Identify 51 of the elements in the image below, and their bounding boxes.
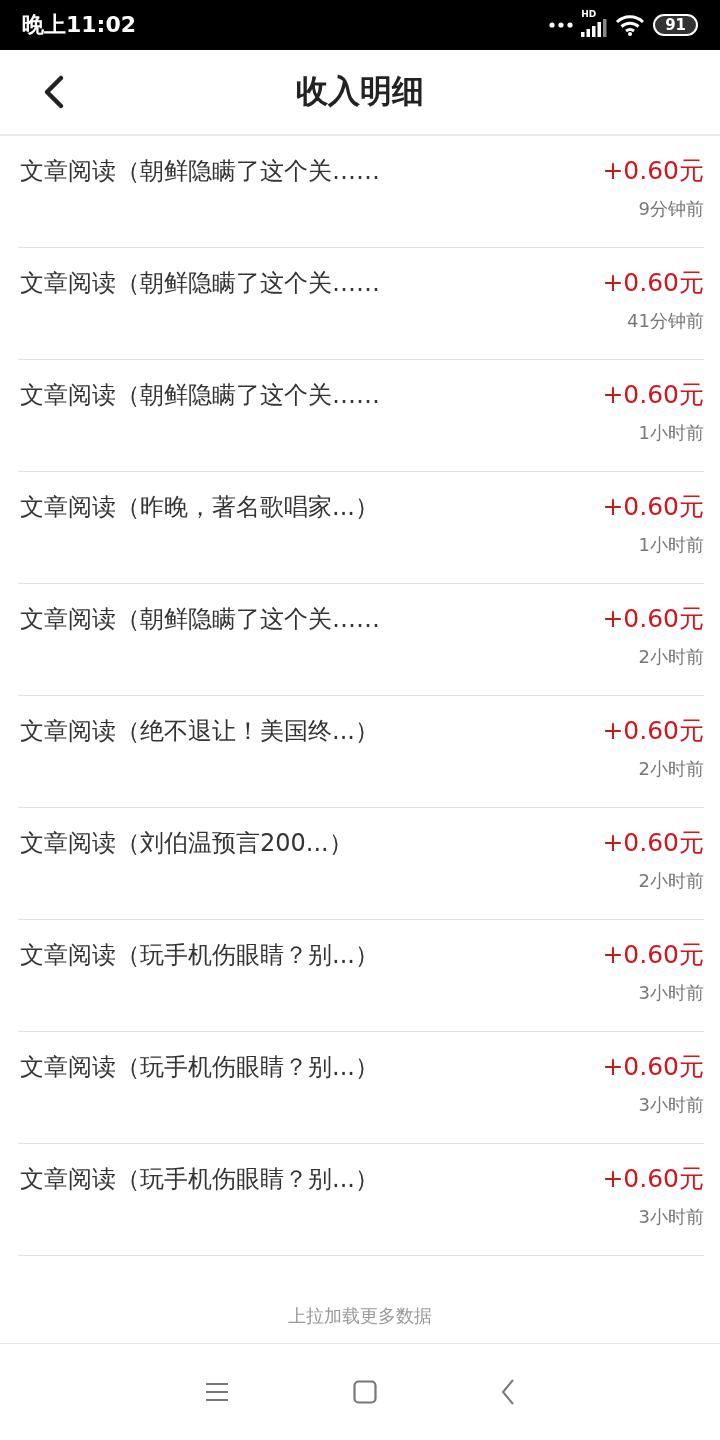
record-amount: +0.60元	[602, 155, 704, 187]
record-title: 文章阅读（朝鲜隐瞒了这个关……	[19, 603, 380, 635]
record-title: 文章阅读（玩手机伤眼睛？别...）	[19, 1051, 379, 1083]
record-time: 1小时前	[638, 533, 704, 557]
record-title: 文章阅读（朝鲜隐瞒了这个关……	[19, 379, 380, 411]
record-title: 文章阅读（朝鲜隐瞒了这个关……	[19, 155, 380, 187]
record-amount: +0.60元	[602, 1163, 704, 1195]
record-title: 文章阅读（朝鲜隐瞒了这个关……	[19, 267, 380, 299]
record-time: 9分钟前	[638, 197, 704, 221]
income-record[interactable]: 文章阅读（绝不退让！美国终...） +0.60元 2小时前	[18, 696, 704, 808]
income-record[interactable]: 文章阅读（玩手机伤眼睛？别...） +0.60元 3小时前	[18, 1032, 704, 1144]
record-amount: +0.60元	[602, 715, 704, 747]
income-record[interactable]: 文章阅读（刘伯温预言200...） +0.60元 2小时前	[18, 808, 704, 920]
income-record[interactable]: 文章阅读（朝鲜隐瞒了这个关…… +0.60元 41分钟前	[18, 248, 704, 360]
record-amount: +0.60元	[602, 379, 704, 411]
wifi-icon	[615, 14, 646, 36]
record-amount: +0.60元	[602, 603, 704, 635]
home-icon[interactable]	[353, 1380, 377, 1404]
income-record[interactable]: 文章阅读（朝鲜隐瞒了这个关…… +0.60元 9分钟前	[18, 136, 704, 248]
status-time: 晚上11:02	[22, 11, 137, 39]
record-time: 2小时前	[638, 645, 704, 669]
record-amount: +0.60元	[602, 491, 704, 523]
record-time: 1小时前	[638, 421, 704, 445]
menu-icon[interactable]	[205, 1382, 229, 1402]
record-time: 3小时前	[638, 981, 704, 1005]
record-title: 文章阅读（玩手机伤眼睛？别...）	[19, 1163, 379, 1195]
page-title: 收入明细	[296, 71, 424, 112]
income-record[interactable]: 文章阅读（朝鲜隐瞒了这个关…… +0.60元 2小时前	[18, 584, 704, 696]
income-record[interactable]: 文章阅读（朝鲜隐瞒了这个关…… +0.60元 1小时前	[18, 360, 704, 472]
record-time: 2小时前	[638, 757, 704, 781]
signal-icon	[581, 19, 608, 37]
record-title: 文章阅读（玩手机伤眼睛？别...）	[19, 939, 379, 971]
record-amount: +0.60元	[602, 1051, 704, 1083]
battery-indicator: 91	[653, 14, 698, 36]
load-more-hint: 上拉加载更多数据	[288, 1304, 432, 1328]
network-label: HD	[581, 9, 597, 19]
income-record[interactable]: 文章阅读（玩手机伤眼睛？别...） +0.60元 3小时前	[18, 920, 704, 1032]
income-record[interactable]: 文章阅读（玩手机伤眼睛？别...） +0.60元 3小时前	[18, 1144, 704, 1256]
record-title: 文章阅读（绝不退让！美国终...）	[19, 715, 379, 747]
income-record[interactable]: 文章阅读（昨晚，著名歌唱家...） +0.60元 1小时前	[18, 472, 704, 584]
record-time: 3小时前	[638, 1205, 704, 1229]
record-amount: +0.60元	[602, 939, 704, 971]
record-title: 文章阅读（刘伯温预言200...）	[19, 827, 353, 859]
record-amount: +0.60元	[602, 827, 704, 859]
more-dots-icon	[549, 22, 574, 28]
back-icon[interactable]	[501, 1379, 515, 1405]
record-time: 41分钟前	[627, 309, 704, 333]
record-time: 2小时前	[638, 869, 704, 893]
record-title: 文章阅读（昨晚，著名歌唱家...）	[19, 491, 379, 523]
record-time: 3小时前	[638, 1093, 704, 1117]
record-amount: +0.60元	[602, 267, 704, 299]
